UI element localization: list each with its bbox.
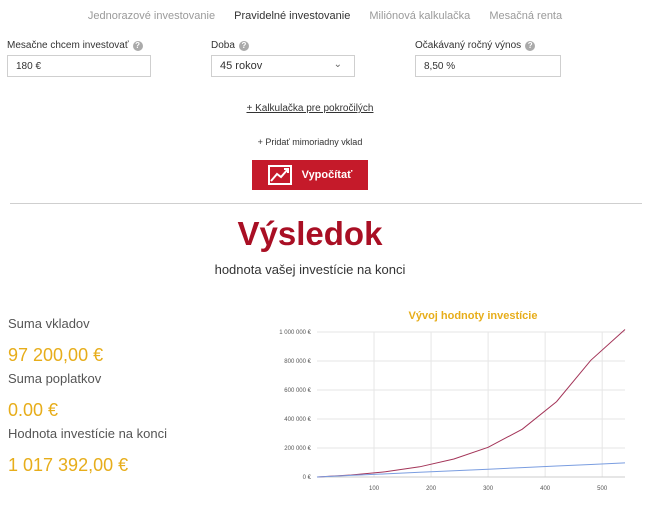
return-label: Očakávaný ročný výnos <box>415 40 522 51</box>
y-tick-label: 0 € <box>303 475 312 481</box>
y-tick-label: 800 000 € <box>284 359 311 365</box>
help-icon[interactable]: ? <box>238 40 249 51</box>
tab-regular[interactable]: Pravidelné investovanie <box>234 10 350 22</box>
monthly-label: Mesačne chcem investovať <box>7 40 129 51</box>
tab-one-time[interactable]: Jednorazové investovanie <box>88 10 215 22</box>
return-field: Očakávaný ročný výnos ? 8,50 % <box>415 40 561 77</box>
monthly-field: Mesačne chcem investovať ? 180 € <box>7 40 151 77</box>
chevron-down-icon: ⌄ <box>333 59 342 70</box>
x-tick-label: 400 <box>540 486 551 492</box>
result-subtitle: hodnota vašej investície na konci <box>214 262 406 277</box>
final-value-label: Hodnota investície na konci <box>8 426 167 441</box>
deposits-value: 97 200,00 € <box>8 345 104 365</box>
trend-chart-icon <box>267 165 292 185</box>
fees-value: 0.00 € <box>8 400 59 420</box>
investment-chart: 0 € 200 000 € 400 000 € 600 000 € 800 000 € 1… <box>279 329 626 492</box>
series-line-deposits <box>316 462 626 478</box>
period-label: Doba <box>211 40 235 51</box>
add-extra-deposit-link[interactable]: + Pridať mimoriadny vklad <box>0 137 620 147</box>
calculate-label: Vypočítať <box>301 169 353 181</box>
result-title: Výsledok <box>237 215 383 252</box>
x-tick-label: 500 <box>597 486 608 492</box>
y-tick-label: 1 000 000 € <box>279 330 311 336</box>
series-line-value <box>316 329 626 478</box>
y-tick-label: 600 000 € <box>284 388 311 394</box>
help-icon[interactable]: ? <box>525 40 536 51</box>
y-tick-label: 200 000 € <box>284 446 311 452</box>
divider <box>10 203 642 204</box>
period-field: Doba ? 45 rokov ⌄ <box>211 40 355 77</box>
calculate-button[interactable]: Vypočítať <box>252 160 368 190</box>
monthly-input[interactable]: 180 € <box>7 55 151 77</box>
tab-monthly-rent[interactable]: Mesačná renta <box>489 10 562 22</box>
return-input[interactable]: 8,50 % <box>415 55 561 77</box>
final-value: 1 017 392,00 € <box>8 455 129 475</box>
calculator-tabs: Jednorazové investovanie Pravidelné inve… <box>0 10 650 22</box>
period-value: 45 rokov <box>220 60 263 72</box>
fees-label: Suma poplatkov <box>8 371 102 386</box>
y-tick-label: 400 000 € <box>284 417 311 423</box>
x-tick-label: 200 <box>426 486 437 492</box>
x-tick-label: 300 <box>483 486 494 492</box>
deposits-label: Suma vkladov <box>8 316 90 331</box>
advanced-calculator-link[interactable]: + Kalkulačka pre pokročilých <box>0 103 620 114</box>
period-select[interactable]: 45 rokov ⌄ <box>211 55 355 77</box>
x-tick-label: 100 <box>369 486 380 492</box>
chart-title: Vývoj hodnoty investície <box>408 310 538 322</box>
help-icon[interactable]: ? <box>132 40 143 51</box>
tab-million[interactable]: Miliónová kalkulačka <box>369 10 470 22</box>
